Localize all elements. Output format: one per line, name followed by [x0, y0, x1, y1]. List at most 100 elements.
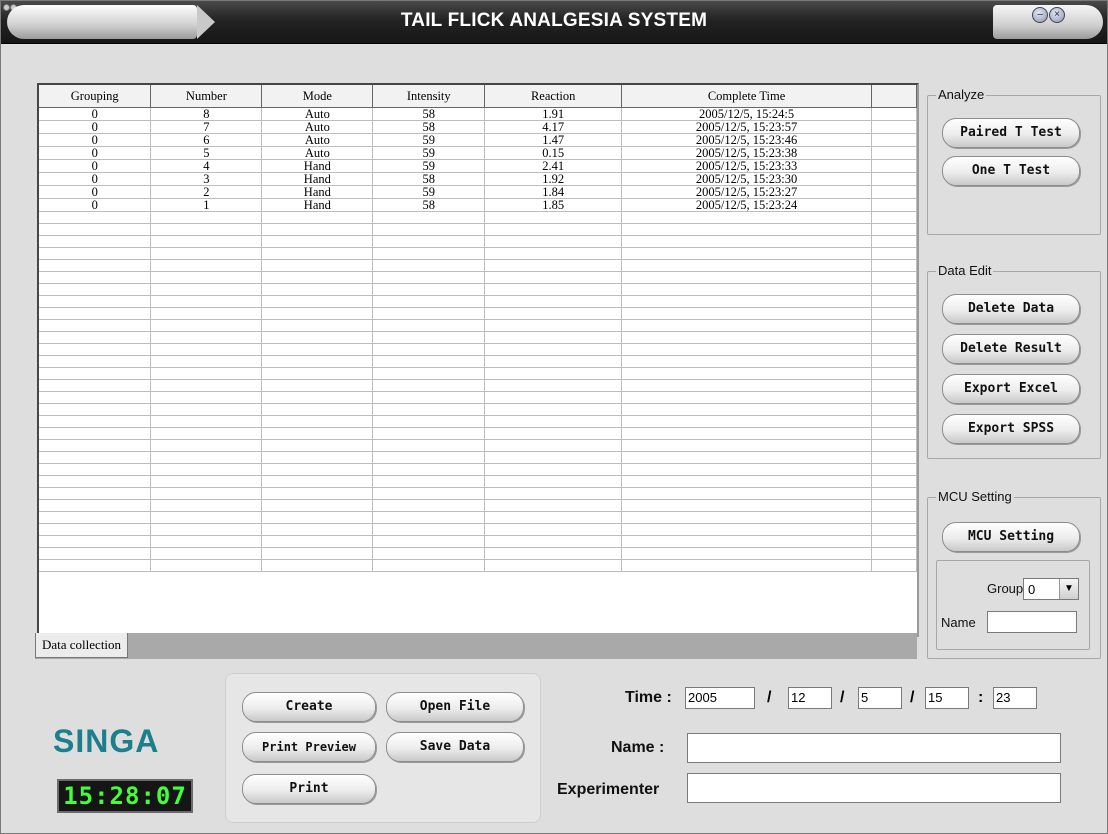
- empty-cell: [261, 487, 374, 500]
- table-row[interactable]: 0 3 Hand 58 1.92 2005/12/5, 15:23:30: [39, 172, 917, 186]
- tab-data-collection[interactable]: Data collection: [35, 633, 129, 658]
- empty-cell: [871, 439, 917, 452]
- mcu-setting-button[interactable]: MCU Setting: [942, 522, 1080, 552]
- empty-cell: [484, 547, 623, 560]
- empty-cell: [484, 283, 623, 296]
- cell-blank: [871, 120, 917, 134]
- title-bar[interactable]: TAIL FLICK ANALGESIA SYSTEM – ×: [1, 1, 1107, 44]
- empty-cell: [621, 271, 872, 284]
- empty-cell: [871, 211, 917, 224]
- group-label: Group: [987, 581, 1024, 596]
- close-icon[interactable]: ×: [1049, 7, 1065, 23]
- name-input[interactable]: [687, 733, 1061, 763]
- empty-cell: [621, 379, 872, 392]
- empty-cell: [150, 487, 263, 500]
- group-select-value: 0: [1028, 582, 1036, 597]
- empty-cell: [871, 391, 917, 404]
- empty-cell: [621, 451, 872, 464]
- year-input[interactable]: [685, 687, 755, 709]
- empty-row: [39, 535, 917, 548]
- table-row[interactable]: 0 8 Auto 58 1.91 2005/12/5, 15:24:5: [39, 107, 917, 121]
- empty-row: [39, 499, 917, 512]
- cell-number: 7: [150, 120, 263, 134]
- table-row[interactable]: 0 1 Hand 58 1.85 2005/12/5, 15:23:24: [39, 198, 917, 212]
- empty-cell: [261, 379, 374, 392]
- minimize-icon[interactable]: –: [1032, 7, 1048, 23]
- empty-cell: [372, 307, 486, 320]
- cell-blank: [871, 185, 917, 199]
- column-header-reaction[interactable]: Reaction: [484, 85, 623, 108]
- table-row[interactable]: 0 6 Auto 59 1.47 2005/12/5, 15:23:46: [39, 133, 917, 147]
- empty-cell: [372, 523, 486, 536]
- minute-input[interactable]: [993, 687, 1037, 709]
- column-header-mode[interactable]: Mode: [261, 85, 374, 108]
- mcu-name-input[interactable]: [987, 611, 1077, 633]
- empty-cell: [261, 307, 374, 320]
- empty-cell: [484, 391, 623, 404]
- mcu-setting-legend: MCU Setting: [936, 489, 1014, 504]
- empty-cell: [372, 487, 486, 500]
- create-button[interactable]: Create: [242, 692, 376, 722]
- empty-cell: [484, 331, 623, 344]
- group-select[interactable]: 0 ▼: [1023, 578, 1079, 600]
- column-header-number[interactable]: Number: [150, 85, 263, 108]
- empty-cell: [871, 535, 917, 548]
- empty-cell: [261, 355, 374, 368]
- table-row[interactable]: 0 2 Hand 59 1.84 2005/12/5, 15:23:27: [39, 185, 917, 199]
- cell-reaction: 0.15: [484, 146, 623, 160]
- empty-cell: [372, 499, 486, 512]
- empty-cell: [261, 367, 374, 380]
- delete-data-button[interactable]: Delete Data: [942, 294, 1080, 324]
- empty-cell: [150, 307, 263, 320]
- empty-cell: [39, 523, 152, 536]
- cell-number: 2: [150, 185, 263, 199]
- empty-cell: [871, 367, 917, 380]
- empty-cell: [871, 247, 917, 260]
- export-spss-button[interactable]: Export SPSS: [942, 414, 1080, 444]
- empty-cell: [621, 415, 872, 428]
- empty-cell: [484, 523, 623, 536]
- data-grid[interactable]: Grouping Number Mode Intensity Reaction …: [37, 83, 919, 637]
- empty-cell: [150, 355, 263, 368]
- column-header-grouping[interactable]: Grouping: [39, 85, 152, 108]
- print-preview-button[interactable]: Print Preview: [242, 732, 376, 762]
- month-input[interactable]: [788, 687, 832, 709]
- chevron-down-icon[interactable]: ▼: [1059, 579, 1078, 599]
- empty-cell: [261, 235, 374, 248]
- table-row[interactable]: 0 7 Auto 58 4.17 2005/12/5, 15:23:57: [39, 120, 917, 134]
- experimenter-input[interactable]: [687, 773, 1061, 803]
- export-excel-button[interactable]: Export Excel: [942, 374, 1080, 404]
- table-row[interactable]: 0 4 Hand 59 2.41 2005/12/5, 15:23:33: [39, 159, 917, 173]
- column-header-blank: [871, 85, 917, 108]
- empty-cell: [39, 211, 152, 224]
- cell-number: 3: [150, 172, 263, 186]
- empty-cell: [871, 283, 917, 296]
- empty-cell: [150, 463, 263, 476]
- empty-cell: [39, 307, 152, 320]
- print-button[interactable]: Print: [242, 774, 376, 804]
- empty-cell: [621, 343, 872, 356]
- cell-blank: [871, 159, 917, 173]
- open-file-button[interactable]: Open File: [386, 692, 524, 722]
- hour-input[interactable]: [925, 687, 969, 709]
- empty-cell: [39, 547, 152, 560]
- day-input[interactable]: [858, 687, 902, 709]
- empty-row: [39, 451, 917, 464]
- empty-cell: [39, 259, 152, 272]
- one-t-test-button[interactable]: One T Test: [942, 156, 1080, 186]
- column-header-intensity[interactable]: Intensity: [372, 85, 486, 108]
- empty-cell: [150, 295, 263, 308]
- table-row[interactable]: 0 5 Auto 59 0.15 2005/12/5, 15:23:38: [39, 146, 917, 160]
- cell-time: 2005/12/5, 15:24:5: [621, 107, 872, 121]
- delete-result-button[interactable]: Delete Result: [942, 334, 1080, 364]
- save-data-button[interactable]: Save Data: [386, 732, 524, 762]
- column-header-complete-time[interactable]: Complete Time: [621, 85, 872, 108]
- cell-time: 2005/12/5, 15:23:27: [621, 185, 872, 199]
- empty-cell: [871, 355, 917, 368]
- empty-cell: [484, 475, 623, 488]
- empty-cell: [39, 559, 152, 572]
- paired-t-test-button[interactable]: Paired T Test: [942, 118, 1080, 148]
- empty-cell: [150, 535, 263, 548]
- empty-cell: [871, 547, 917, 560]
- empty-cell: [621, 331, 872, 344]
